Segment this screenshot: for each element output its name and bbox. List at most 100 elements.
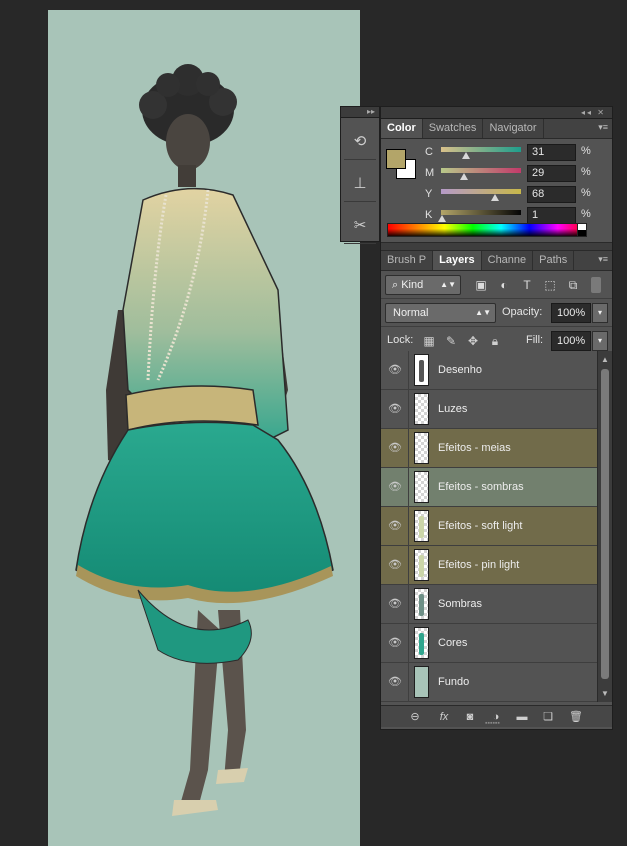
opacity-dropdown-icon[interactable]: ▾ [592, 303, 608, 323]
opacity-input[interactable]: 100% [551, 303, 591, 323]
lock-position-icon[interactable]: ✥ [466, 334, 480, 348]
filter-toggle-icon[interactable] [591, 277, 601, 293]
tab-channels[interactable]: Channe [482, 251, 534, 270]
new-group-folder-icon[interactable]: ▬ [513, 709, 531, 725]
black-slider-track[interactable] [441, 210, 521, 215]
layer-visibility-eye-icon[interactable]: 👁︎ [387, 441, 403, 455]
clone-source-panel-button[interactable]: ⊥ [344, 164, 376, 202]
tab-navigator[interactable]: Navigator [483, 119, 544, 138]
yellow-slider-track[interactable] [441, 189, 521, 194]
type-filter-icon[interactable]: T [519, 277, 535, 293]
yellow-slider-knob[interactable] [491, 194, 500, 201]
layer-name[interactable]: Efeitos - soft light [438, 520, 522, 532]
foreground-color-swatch[interactable] [386, 149, 406, 169]
image-filter-icon[interactable]: ▣ [473, 277, 489, 293]
cyan-slider-knob[interactable] [461, 152, 470, 159]
layer-name[interactable]: Luzes [438, 403, 467, 415]
layer-row[interactable]: 👁︎ Sombras [381, 585, 597, 624]
layer-row[interactable]: 👁︎ Efeitos - sombras [381, 468, 597, 507]
layer-thumbnail[interactable] [414, 588, 429, 620]
resize-grip-icon[interactable]: ▪▪▪▪▪▪ [485, 720, 500, 727]
layer-name[interactable]: Desenho [438, 364, 482, 376]
magenta-slider-track[interactable] [441, 168, 521, 173]
adjustment-filter-icon[interactable]: ◐ [496, 277, 512, 293]
layer-filter-kind-select[interactable]: ⌕ Kind ▲▼ [385, 275, 461, 295]
layer-visibility-eye-icon[interactable]: 👁︎ [387, 519, 403, 533]
layer-name[interactable]: Efeitos - sombras [438, 481, 524, 493]
tool-presets-panel-button[interactable]: ✂ [344, 206, 376, 244]
layer-style-fx-icon[interactable]: fx [435, 709, 453, 725]
layer-thumbnail[interactable] [414, 627, 429, 659]
expand-panels-icon[interactable]: ▸▸ [341, 107, 379, 118]
cyan-slider-track[interactable] [441, 147, 521, 152]
layer-name[interactable]: Efeitos - meias [438, 442, 511, 454]
layer-thumbnail[interactable] [414, 666, 429, 698]
add-mask-icon[interactable]: ◙ [461, 709, 479, 725]
scroll-up-icon[interactable]: ▲ [601, 355, 609, 364]
cyan-value-input[interactable]: 31 [527, 144, 576, 161]
tab-brush-presets[interactable]: Brush P [381, 251, 434, 270]
layer-row[interactable]: 👁︎ Efeitos - pin light [381, 546, 597, 585]
layer-name[interactable]: Fundo [438, 676, 469, 688]
lock-all-icon[interactable]: 🔒︎ [488, 334, 502, 348]
black-white-swatch[interactable] [577, 223, 587, 237]
shape-filter-icon[interactable]: ⬚ [542, 277, 558, 293]
fill-input[interactable]: 100% [551, 331, 591, 351]
fill-dropdown-icon[interactable]: ▾ [592, 331, 608, 351]
layer-visibility-eye-icon[interactable]: 👁︎ [387, 480, 403, 494]
delete-layer-trash-icon[interactable]: 🗑︎ [567, 709, 585, 725]
layer-thumbnail[interactable] [414, 549, 429, 581]
black-value-input[interactable]: 1 [527, 207, 576, 224]
lock-transparent-pixels-icon[interactable]: ▦ [422, 334, 436, 348]
layer-row[interactable]: 👁︎ Efeitos - meias [381, 429, 597, 468]
lock-image-pixels-icon[interactable]: ✎ [444, 334, 458, 348]
color-panel: C 31 % M 29 % Y 68 % K 1 % [381, 139, 612, 242]
document-canvas[interactable] [48, 10, 360, 846]
layer-visibility-eye-icon[interactable]: 👁︎ [387, 402, 403, 416]
tools-icon: ✂ [353, 216, 367, 234]
layer-visibility-eye-icon[interactable]: 👁︎ [387, 597, 403, 611]
history-panel-button[interactable]: ⟲ [344, 122, 376, 160]
tab-layers[interactable]: Layers [433, 251, 482, 270]
layer-list-scrollbar[interactable]: ▲ ▼ [597, 351, 612, 702]
scroll-down-icon[interactable]: ▼ [601, 689, 609, 698]
layer-thumbnail[interactable] [414, 510, 429, 542]
link-layers-icon[interactable]: ⊖ [406, 709, 424, 725]
layer-row[interactable]: 👁︎ Cores [381, 624, 597, 663]
lock-label: Lock: [387, 334, 414, 346]
yellow-label: Y [425, 188, 433, 200]
color-spectrum-ramp[interactable] [387, 223, 587, 237]
layer-row[interactable]: 👁︎ Desenho [381, 351, 597, 390]
new-layer-icon[interactable]: ❏ [539, 709, 557, 725]
layer-name[interactable]: Efeitos - pin light [438, 559, 519, 571]
panel-menu-icon[interactable]: ▾≡ [598, 122, 608, 133]
layer-thumbnail[interactable] [414, 432, 429, 464]
magenta-value-input[interactable]: 29 [527, 165, 576, 182]
panel-divider [381, 242, 612, 251]
tab-swatches[interactable]: Swatches [423, 119, 484, 138]
layer-visibility-eye-icon[interactable]: 👁︎ [387, 636, 403, 650]
layer-name[interactable]: Sombras [438, 598, 482, 610]
magenta-slider-knob[interactable] [460, 173, 469, 180]
tab-color[interactable]: Color [381, 119, 423, 138]
layer-thumbnail[interactable] [414, 471, 429, 503]
blend-mode-select[interactable]: Normal ▲▼ [385, 303, 496, 323]
layer-row[interactable]: 👁︎ Fundo [381, 663, 597, 702]
layer-thumbnail[interactable] [414, 354, 429, 386]
layer-row[interactable]: 👁︎ Efeitos - soft light [381, 507, 597, 546]
tab-paths[interactable]: Paths [533, 251, 575, 270]
layer-row[interactable]: 👁︎ Luzes [381, 390, 597, 429]
layer-visibility-eye-icon[interactable]: 👁︎ [387, 363, 403, 377]
layer-visibility-eye-icon[interactable]: 👁︎ [387, 558, 403, 572]
yellow-value-input[interactable]: 68 [527, 186, 576, 203]
chevron-updown-icon: ▲▼ [440, 280, 456, 289]
black-slider-knob[interactable] [437, 215, 446, 222]
layers-panel-menu-icon[interactable]: ▾≡ [598, 254, 608, 265]
layer-visibility-eye-icon[interactable]: 👁︎ [387, 675, 403, 689]
layer-name[interactable]: Cores [438, 637, 467, 649]
blend-mode-value: Normal [393, 307, 429, 319]
smart-object-filter-icon[interactable]: ⧉ [565, 277, 581, 293]
collapse-panels-icon[interactable]: ◂◂ ✕ [381, 107, 612, 119]
layer-thumbnail[interactable] [414, 393, 429, 425]
scrollbar-thumb[interactable] [601, 369, 609, 679]
